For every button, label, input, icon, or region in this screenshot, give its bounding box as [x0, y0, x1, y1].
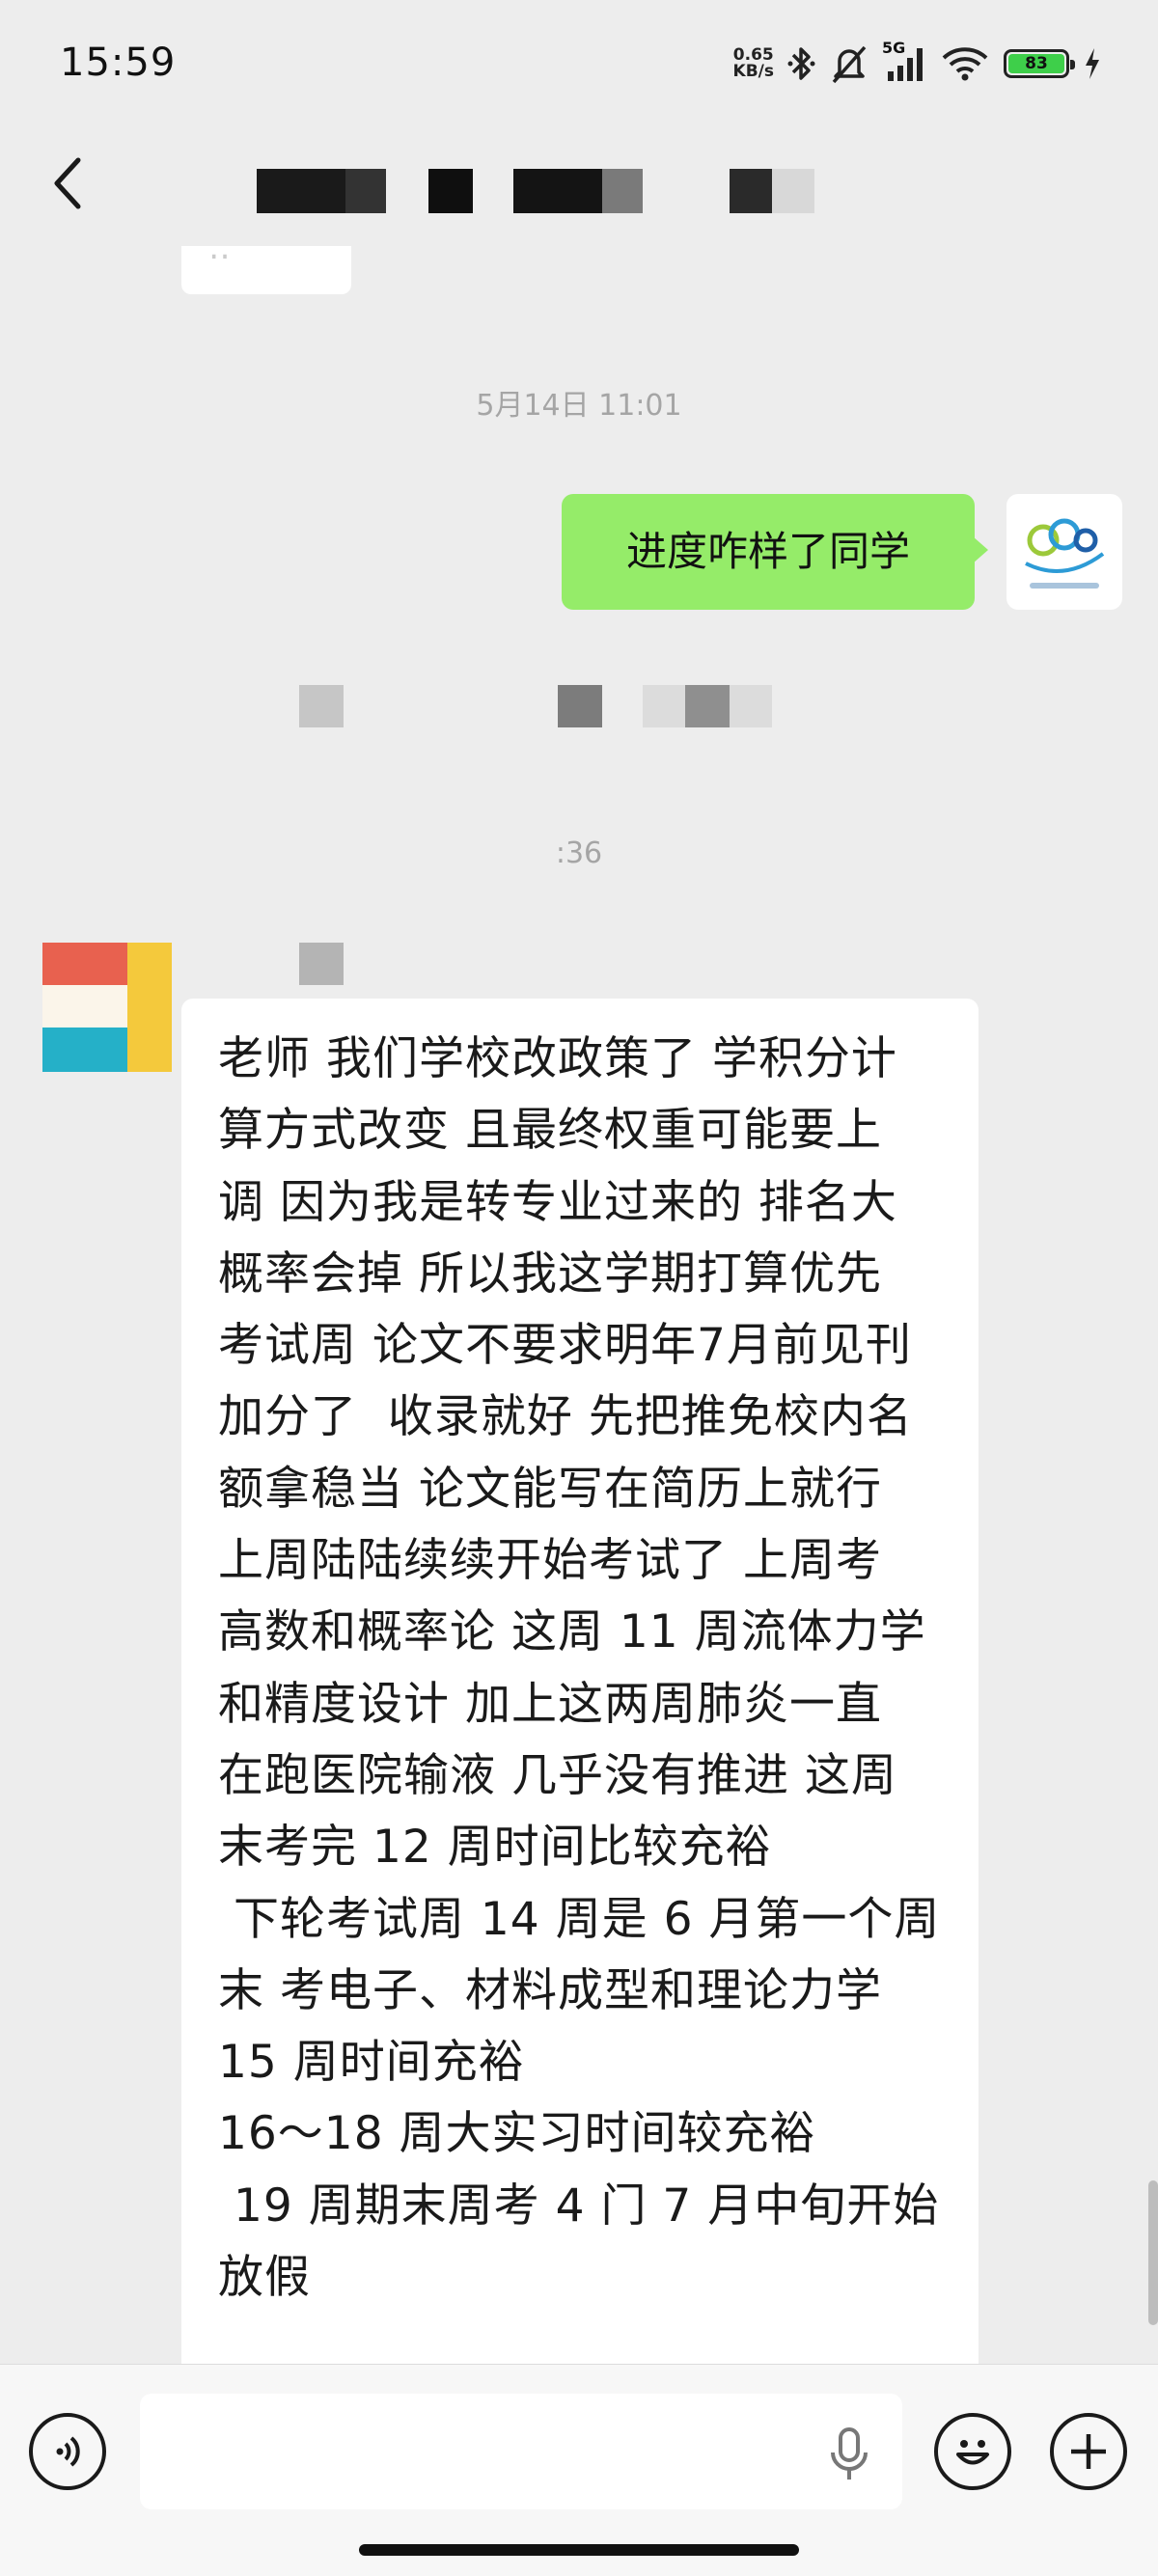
wifi-icon: [942, 47, 988, 81]
voice-mode-button[interactable]: [29, 2413, 106, 2490]
message-line: 和精度设计 加上这两周肺炎一直: [218, 1677, 882, 1731]
network-type: 5G: [882, 39, 906, 57]
message-line: 在跑医院输液 几乎没有推进 这周: [218, 1748, 897, 1802]
message-line: 概率会掉 所以我这学期打算优先: [218, 1247, 882, 1301]
redacted-block: [730, 685, 772, 727]
battery-indicator: 83: [1004, 49, 1075, 78]
sent-message-bubble[interactable]: 进度咋样了同学: [562, 494, 988, 610]
status-icons: 0.65 KB/s 5G 83: [733, 39, 1102, 85]
home-indicator[interactable]: [359, 2544, 799, 2556]
scrollbar[interactable]: [1148, 2180, 1158, 2325]
message-input[interactable]: [140, 2394, 902, 2509]
message-line: 19 周期末周考 4 门 7 月中旬开始: [218, 2179, 940, 2233]
contact-avatar[interactable]: [42, 943, 172, 1072]
received-message-bubble[interactable]: 老师 我们学校改政策了 学积分计 算方式改变 且最终权重可能要上 调 因为我是转…: [181, 999, 979, 2562]
charging-icon: [1086, 48, 1099, 79]
avatar-image: [42, 943, 172, 1072]
plus-icon: [1071, 2434, 1106, 2469]
cellular-signal: 5G: [882, 39, 926, 83]
previous-message-bubble: ‥: [181, 229, 351, 294]
status-time: 15:59: [60, 41, 177, 85]
message-line: 加分了 收录就好 先把推免校内名: [218, 1390, 913, 1444]
chat-area[interactable]: ‥ 5月14日 11:01 进度咋样了同学 :36 老师 我们学校改政策了 学积…: [0, 229, 1158, 2562]
sender-name-redacted: [299, 943, 344, 985]
message-timestamp: 5月14日 11:01: [476, 389, 682, 423]
redacted-block: [685, 685, 730, 727]
message-line: 老师 我们学校改政策了 学积分计: [218, 1032, 897, 1085]
message-line: 算方式改变 且最终权重可能要上: [218, 1104, 882, 1158]
voice-mode-icon: [56, 2436, 80, 2467]
network-speed-unit: KB/s: [732, 62, 774, 81]
status-bar: 15:59 0.65 KB/s 5G 83: [0, 0, 1158, 130]
message-line: 高数和概率论 这周 11 周流体力学: [218, 1605, 926, 1659]
message-line: 16～18 周大实习时间较充裕: [218, 2107, 816, 2161]
message-line: 放假: [218, 2251, 311, 2305]
logo-icon: [1025, 518, 1105, 589]
microphone-icon[interactable]: [828, 2427, 870, 2481]
mute-bell-icon: [832, 45, 867, 84]
message-line: 考试周 论文不要求明年7月前见刊: [218, 1319, 912, 1373]
redacted-block: [643, 685, 685, 727]
battery-level: 83: [1008, 54, 1064, 73]
message-line: 末考完 12 周时间比较充裕: [218, 1821, 772, 1875]
message-line: 额拿稳当 论文能写在简历上就行: [218, 1462, 882, 1516]
my-avatar[interactable]: [1006, 494, 1122, 610]
message-line: 上周陆陆续续开始考试了 上周考: [218, 1534, 882, 1588]
message-line: 末 考电子、材料成型和理论力学: [218, 1963, 882, 2017]
emoji-button[interactable]: [934, 2413, 1011, 2490]
message-line: 调 因为我是转专业过来的 排名大: [218, 1175, 897, 1229]
plus-button[interactable]: [1050, 2413, 1127, 2490]
message-line: 15 周时间充裕: [218, 2036, 525, 2090]
redacted-block: [558, 685, 602, 727]
message-timestamp: :36: [555, 836, 603, 870]
message-line: 下轮考试周 14 周是 6 月第一个周: [218, 1892, 941, 1946]
chat-title-redacted: [0, 169, 1158, 215]
emoji-icon: [956, 2440, 989, 2465]
bluetooth-icon: [787, 47, 815, 80]
network-speed: 0.65 KB/s: [733, 47, 774, 80]
redacted-block: [299, 685, 344, 727]
